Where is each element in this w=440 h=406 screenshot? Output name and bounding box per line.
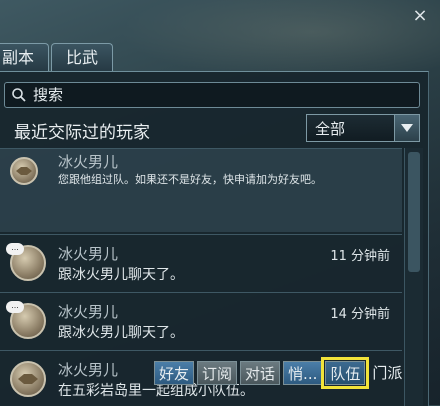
last-contact-time: 11 分钟前 <box>330 249 390 264</box>
player-action-bar: 好友 订阅 对话 悄... 队伍 门派 <box>154 357 406 389</box>
recent-players-panel: 最近交际过的玩家 全部 冰火男儿 您跟他组过队。如果还不是好友，快申请加为好友吧… <box>0 71 429 406</box>
player-name: 冰火男儿 <box>58 153 119 171</box>
search-box <box>4 82 420 108</box>
player-entry[interactable]: ... 冰火男儿 14 分钟前 跟冰火男儿聊天了。 <box>0 292 402 348</box>
whisper-button[interactable]: 悄... <box>283 361 323 385</box>
dropdown-arrow-icon[interactable] <box>394 115 419 141</box>
search-icon <box>12 88 26 102</box>
filter-dropdown[interactable]: 全部 <box>306 114 420 142</box>
scrollbar-thumb[interactable] <box>408 152 420 272</box>
subscribe-button[interactable]: 订阅 <box>197 361 238 385</box>
player-message: 跟冰火男儿聊天了。 <box>58 325 184 341</box>
player-entry[interactable]: 冰火男儿 您跟他组过队。如果还不是好友，快申请加为好友吧。 <box>0 148 402 232</box>
player-message: 跟冰火男儿聊天了。 <box>58 267 184 283</box>
handshake-icon <box>10 157 38 185</box>
player-name: 冰火男儿 <box>58 361 119 379</box>
chat-bubble-icon: ... <box>6 301 24 313</box>
tab-dungeon[interactable]: 副本 <box>0 43 50 71</box>
search-input[interactable] <box>31 85 395 105</box>
close-icon[interactable]: × <box>410 6 430 26</box>
add-friend-button[interactable]: 好友 <box>154 361 195 385</box>
dialog-button[interactable]: 对话 <box>240 361 281 385</box>
last-contact-time: 14 分钟前 <box>330 307 390 322</box>
team-button[interactable]: 队伍 <box>321 357 370 389</box>
handshake-icon <box>10 361 46 397</box>
player-name: 冰火男儿 <box>58 245 119 263</box>
background-scenery <box>120 0 440 80</box>
player-entry[interactable]: ... 冰火男儿 11 分钟前 跟冰火男儿聊天了。 <box>0 234 402 290</box>
player-name: 冰火男儿 <box>58 303 119 321</box>
player-message: 您跟他组过队。如果还不是好友，快申请加为好友吧。 <box>58 173 322 186</box>
player-avatar: ... <box>6 301 46 339</box>
section-title: 最近交际过的玩家 <box>14 123 150 143</box>
sect-button[interactable]: 门派 <box>368 361 406 385</box>
filter-selected-value: 全部 <box>315 119 346 138</box>
scrollbar[interactable] <box>404 148 423 406</box>
tab-duel[interactable]: 比武 <box>51 43 114 71</box>
player-avatar: ... <box>6 243 46 281</box>
tab-bar: 副本 比武 <box>0 43 115 71</box>
chat-bubble-icon: ... <box>6 243 24 255</box>
